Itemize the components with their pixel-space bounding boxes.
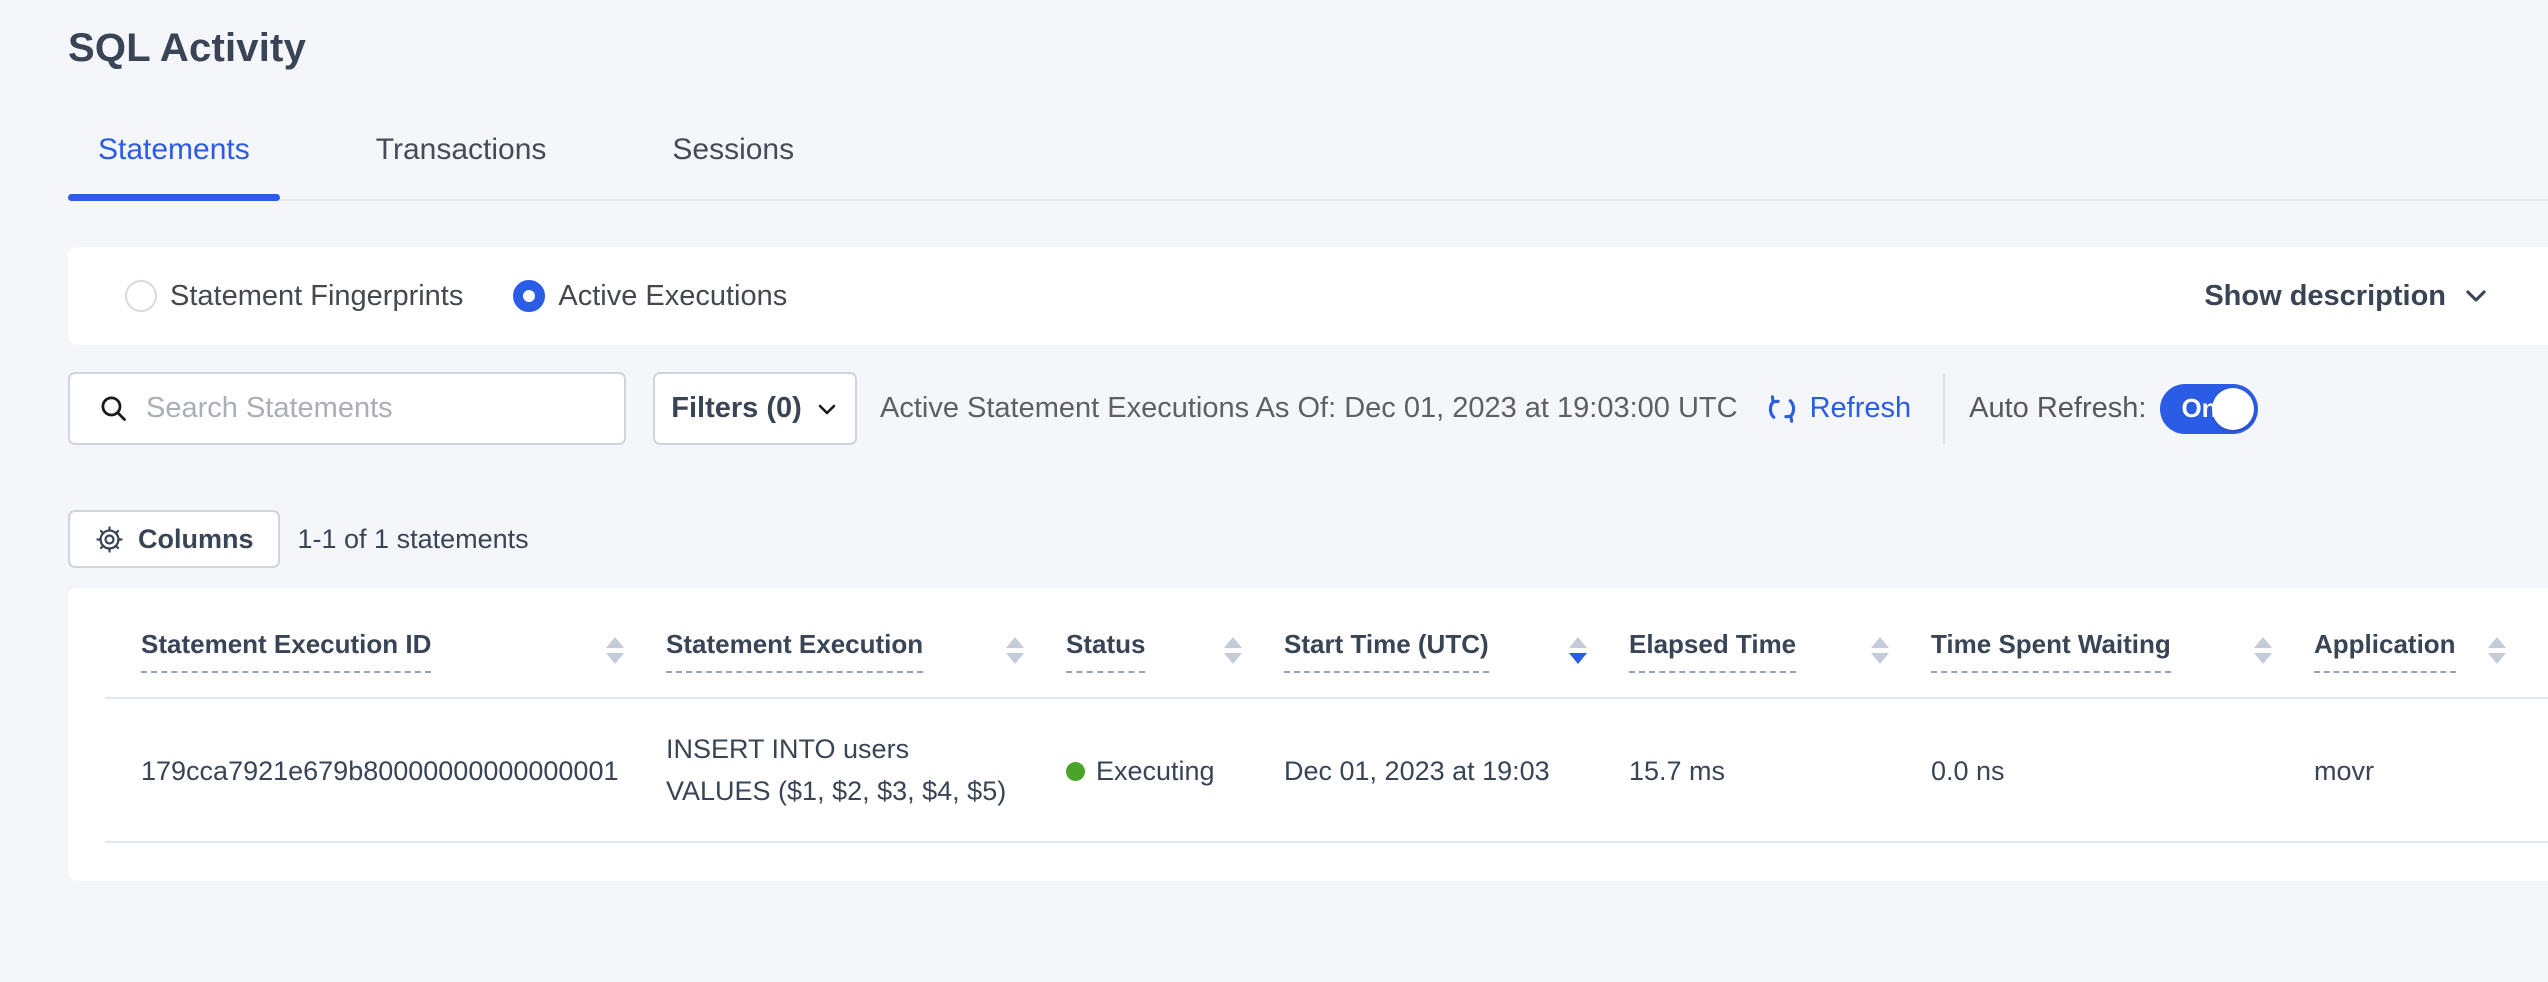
page-title: SQL Activity: [68, 0, 2548, 71]
columns-button[interactable]: Columns: [68, 510, 280, 568]
tab-transactions[interactable]: Transactions: [346, 133, 577, 199]
cell-application: movr: [2314, 699, 2548, 843]
columns-label: Columns: [138, 524, 254, 555]
show-description-label: Show description: [2204, 280, 2446, 313]
tab-bar: Statements Transactions Sessions: [68, 133, 2548, 201]
table-header-row: Statement Execution ID Statement Executi…: [68, 588, 2548, 699]
column-header-application[interactable]: Application: [2314, 588, 2548, 699]
auto-refresh-control: Auto Refresh: On: [1969, 384, 2258, 434]
sort-icon[interactable]: [1857, 637, 1889, 664]
chevron-down-icon: [815, 397, 839, 421]
sort-icon[interactable]: [2240, 637, 2272, 664]
statements-table: Statement Execution ID Statement Executi…: [68, 588, 2548, 881]
sql-activity-page: SQL Activity Statements Transactions Ses…: [0, 0, 2548, 881]
chevron-down-icon: [2462, 282, 2490, 310]
refresh-icon: [1764, 391, 1800, 427]
radio-label: Active Executions: [558, 280, 787, 313]
tab-sessions[interactable]: Sessions: [642, 133, 824, 199]
vertical-divider: [1943, 374, 1945, 444]
gear-icon: [94, 524, 125, 555]
cell-statement[interactable]: INSERT INTO users VALUES ($1, $2, $3, $4…: [666, 699, 1066, 843]
column-header-statement-execution[interactable]: Statement Execution: [666, 588, 1066, 699]
as-of-timestamp: Active Statement Executions As Of: Dec 0…: [880, 392, 1738, 425]
column-header-statement-execution-id[interactable]: Statement Execution ID: [141, 588, 666, 699]
show-description-button[interactable]: Show description: [2204, 280, 2490, 313]
search-icon: [97, 392, 130, 425]
cell-status: Executing: [1066, 699, 1284, 843]
sort-icon[interactable]: [992, 637, 1024, 664]
controls-row: Filters (0) Active Statement Executions …: [68, 372, 2548, 445]
sort-icon[interactable]: [592, 637, 624, 664]
radio-checked-icon: [513, 280, 545, 312]
results-count: 1-1 of 1 statements: [298, 524, 529, 555]
search-box[interactable]: [68, 372, 626, 445]
refresh-button[interactable]: Refresh: [1764, 391, 1912, 427]
auto-refresh-toggle[interactable]: On: [2160, 384, 2258, 434]
table-toolbar: Columns 1-1 of 1 statements: [68, 510, 2548, 568]
search-input[interactable]: [146, 392, 604, 425]
cell-time-spent-waiting: 0.0 ns: [1931, 699, 2314, 843]
refresh-label: Refresh: [1810, 392, 1912, 425]
column-header-status[interactable]: Status: [1066, 588, 1284, 699]
radio-label: Statement Fingerprints: [170, 280, 463, 313]
filters-button[interactable]: Filters (0): [653, 372, 857, 445]
sort-icon[interactable]: [1555, 637, 1587, 664]
column-header-elapsed-time[interactable]: Elapsed Time: [1629, 588, 1931, 699]
filters-label: Filters (0): [671, 392, 802, 425]
status-label: Executing: [1096, 756, 1215, 787]
toggle-knob: [2212, 388, 2254, 430]
auto-refresh-label: Auto Refresh:: [1969, 392, 2146, 425]
sort-icon[interactable]: [1210, 637, 1242, 664]
sort-icon[interactable]: [2474, 637, 2506, 664]
cell-start-time: Dec 01, 2023 at 19:03: [1284, 699, 1629, 843]
cell-execution-id[interactable]: 179cca7921e679b80000000000000001: [141, 699, 666, 843]
tab-label: Transactions: [376, 133, 547, 167]
tab-label: Statements: [98, 133, 250, 167]
column-header-time-spent-waiting[interactable]: Time Spent Waiting: [1931, 588, 2314, 699]
column-header-start-time[interactable]: Start Time (UTC): [1284, 588, 1629, 699]
radio-unchecked-icon: [125, 280, 157, 312]
tab-label: Sessions: [672, 133, 794, 167]
table-row: 179cca7921e679b80000000000000001 INSERT …: [68, 699, 2548, 843]
status-dot-icon: [1066, 762, 1085, 781]
radio-active-executions[interactable]: Active Executions: [513, 280, 787, 313]
radio-statement-fingerprints[interactable]: Statement Fingerprints: [125, 280, 463, 313]
tab-statements[interactable]: Statements: [68, 133, 280, 199]
view-mode-card: Statement Fingerprints Active Executions…: [68, 247, 2548, 345]
cell-elapsed-time: 15.7 ms: [1629, 699, 1931, 843]
